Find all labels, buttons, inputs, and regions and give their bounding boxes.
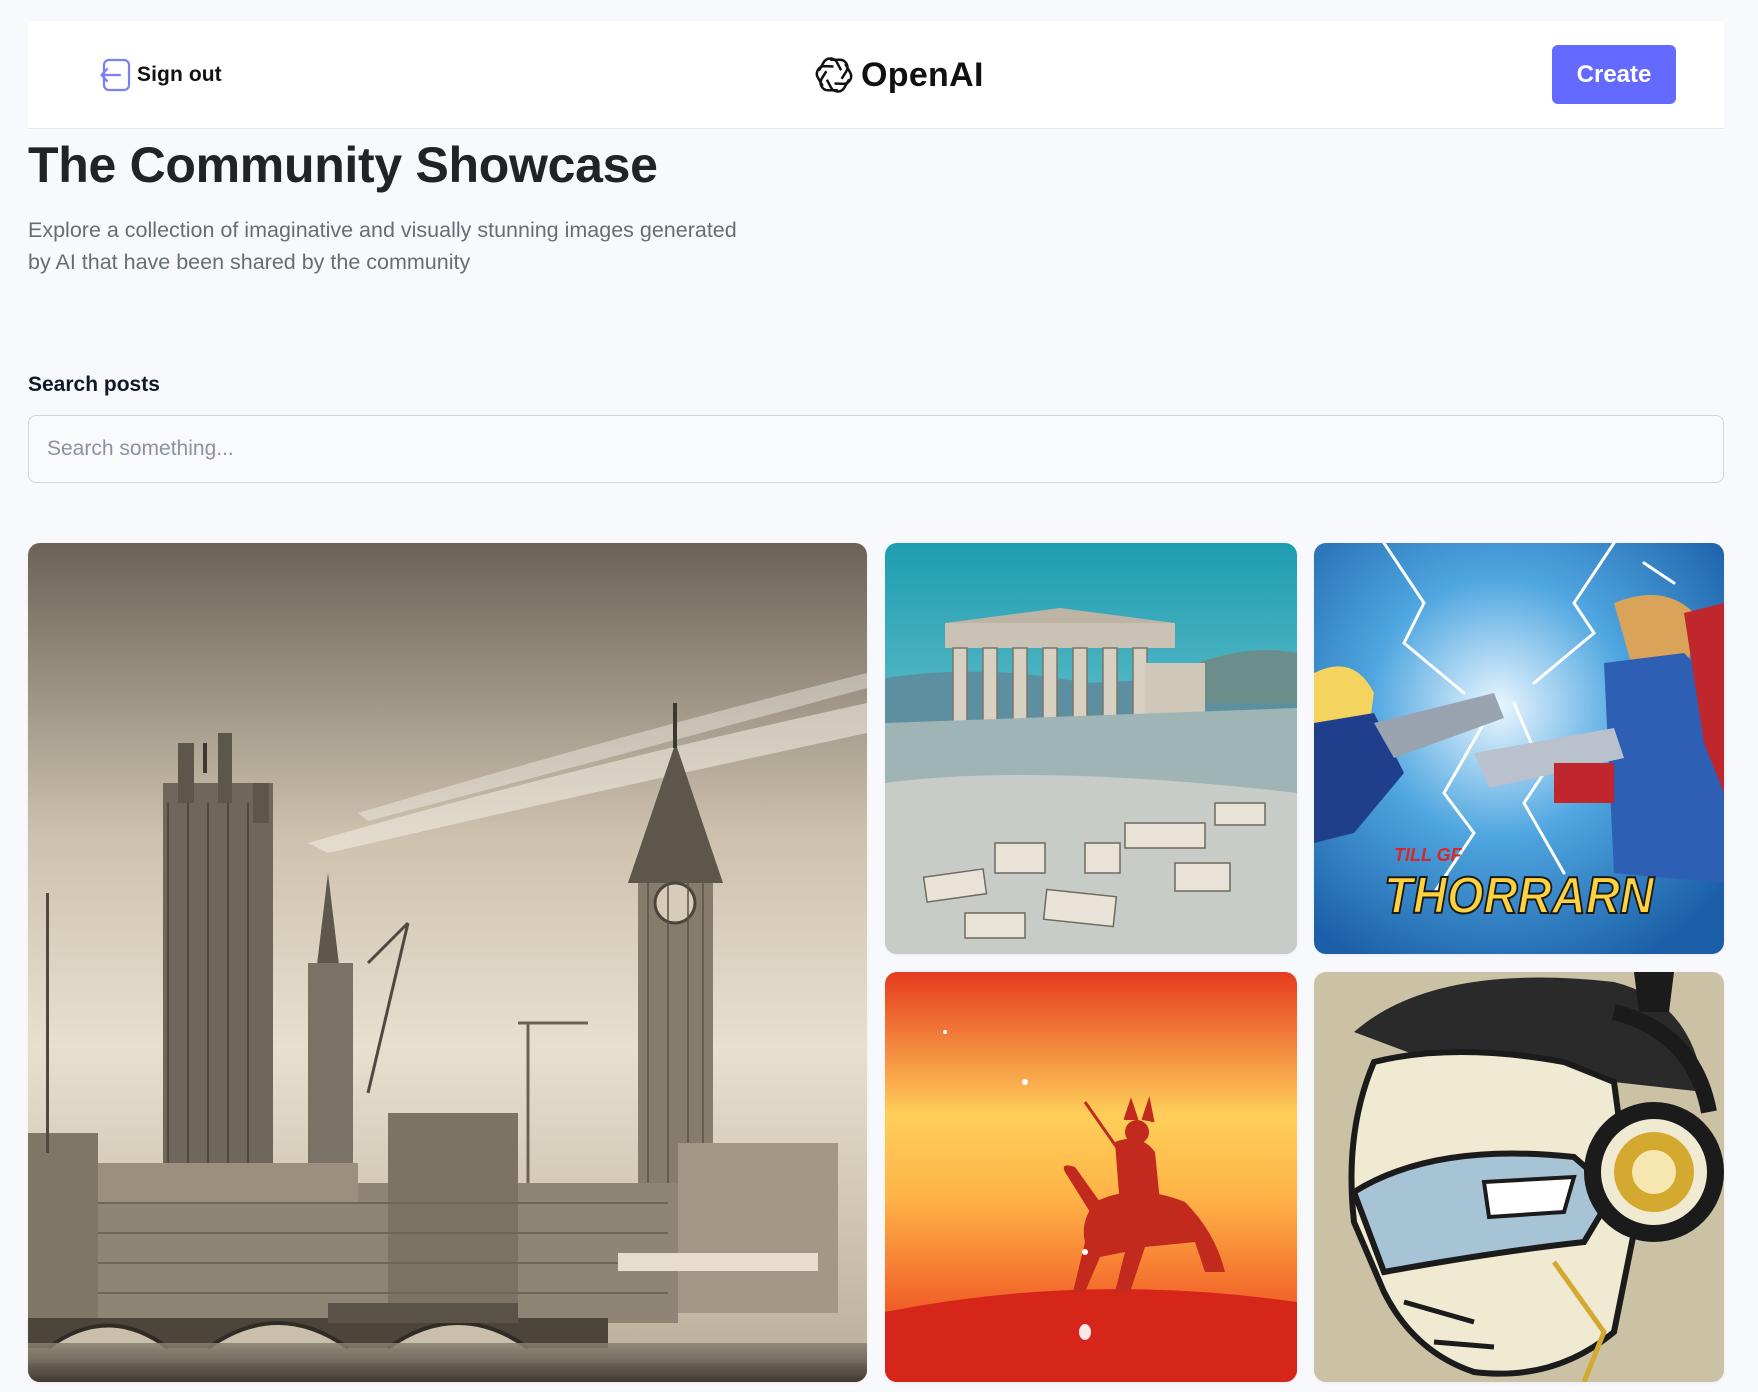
top-navbar: Sign out OpenAI Create: [28, 21, 1724, 129]
sign-out-label: Sign out: [137, 63, 222, 86]
gallery-card-london[interactable]: [28, 543, 867, 1382]
openai-logo-icon: [813, 54, 855, 96]
gallery-card-comic-heroes[interactable]: TILL GF THORRARN: [1314, 543, 1724, 954]
search-label: Search posts: [28, 373, 160, 396]
samurai-image: [885, 972, 1297, 1382]
comic-caption-main: THORRARN: [1384, 867, 1655, 925]
comic-heroes-image: TILL GF THORRARN: [1314, 543, 1724, 954]
ruins-image: [885, 543, 1297, 954]
london-image: [28, 543, 867, 1382]
page-subtitle: Explore a collection of imaginative and …: [28, 214, 798, 278]
openai-logo[interactable]: OpenAI: [813, 51, 984, 99]
search-input[interactable]: [28, 415, 1724, 483]
masked-hero-image: [1314, 972, 1724, 1382]
gallery-card-ruins[interactable]: [885, 543, 1297, 954]
page-title: The Community Showcase: [28, 137, 658, 193]
subtitle-line-2: by AI that have been shared by the commu…: [28, 250, 471, 274]
sign-out-button[interactable]: Sign out: [100, 58, 222, 92]
comic-caption-top: TILL GF: [1394, 845, 1463, 865]
subtitle-line-1: Explore a collection of imaginative and …: [28, 218, 737, 242]
sign-out-icon: [100, 58, 131, 92]
gallery-card-masked-hero[interactable]: [1314, 972, 1724, 1382]
create-button[interactable]: Create: [1552, 45, 1676, 104]
gallery-card-samurai[interactable]: [885, 972, 1297, 1382]
logo-text: OpenAI: [861, 55, 984, 94]
